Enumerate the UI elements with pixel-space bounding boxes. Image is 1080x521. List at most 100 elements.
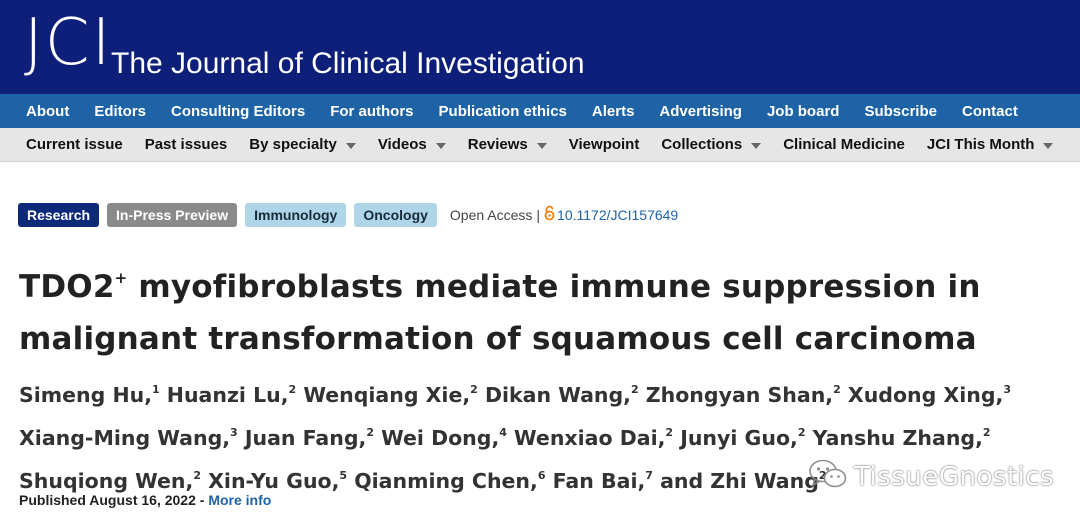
author-name: and Zhi Wang xyxy=(660,469,819,493)
author-name: Huanzi Lu, xyxy=(166,383,289,407)
nav-advertising[interactable]: Advertising xyxy=(659,103,742,120)
author-affiliation: 3 xyxy=(1003,383,1011,396)
author[interactable]: and Zhi Wang2 xyxy=(660,469,827,493)
author[interactable]: Junyi Guo,2 xyxy=(680,426,805,450)
author[interactable]: Wenqiang Xie,2 xyxy=(303,383,478,407)
nav-current-issue[interactable]: Current issue xyxy=(26,136,123,153)
author[interactable]: Juan Fang,2 xyxy=(245,426,374,450)
tag-research[interactable]: Research xyxy=(18,203,100,227)
nav-label: Past issues xyxy=(144,136,228,153)
nav-editors[interactable]: Editors xyxy=(94,103,146,120)
nav-jci-this-month[interactable]: JCI This Month xyxy=(927,136,1054,153)
author-affiliation: 4 xyxy=(499,426,507,439)
author[interactable]: Xudong Xing,3 xyxy=(848,383,1011,407)
author-name: Xin-Yu Guo, xyxy=(208,469,340,493)
publication-info: Published August 16, 2022 - More info xyxy=(19,492,271,508)
nav-label: JCI This Month xyxy=(926,136,1035,153)
author-name: Yanshu Zhang, xyxy=(812,426,983,450)
author-affiliation: 2 xyxy=(630,383,639,396)
author-affiliation: 5 xyxy=(339,469,348,482)
nav-by-specialty[interactable]: By specialty xyxy=(249,136,356,153)
chevron-down-icon[interactable] xyxy=(536,142,547,149)
author[interactable]: Huanzi Lu,2 xyxy=(167,383,296,407)
watermark-text: TissueGnostics xyxy=(854,461,1055,492)
tag-immunology[interactable]: Immunology xyxy=(245,203,347,227)
author-affiliation: 2 xyxy=(665,426,674,439)
author[interactable]: Shuqiong Wen,2 xyxy=(19,469,201,493)
author-affiliation: 7 xyxy=(645,469,653,482)
author-affiliation: 6 xyxy=(537,469,546,482)
tag-oncology[interactable]: Oncology xyxy=(354,203,437,227)
nav-contact[interactable]: Contact xyxy=(962,103,1018,120)
published-date: Published August 16, 2022 - xyxy=(19,492,205,508)
author[interactable]: Dikan Wang,2 xyxy=(485,383,639,407)
nav-label: Collections xyxy=(661,136,743,153)
chevron-down-icon[interactable] xyxy=(751,142,762,149)
author-name: Wenqiang Xie, xyxy=(303,383,471,407)
nav-about[interactable]: About xyxy=(26,103,69,120)
nav-publication-ethics[interactable]: Publication ethics xyxy=(439,103,567,120)
author-name: Fan Bai, xyxy=(552,469,646,493)
author-name: Junyi Guo, xyxy=(680,426,798,450)
tag-in-press-preview[interactable]: In-Press Preview xyxy=(107,203,238,227)
article-title: TDO2+ myofibroblasts mediate immune supp… xyxy=(19,252,1069,365)
author[interactable]: Wenxiao Dai,2 xyxy=(514,426,673,450)
wechat-icon xyxy=(808,457,848,496)
author-name: Simeng Hu, xyxy=(19,383,152,407)
jci-logo[interactable]: JCI xyxy=(24,6,112,80)
nav-label: Reviews xyxy=(467,136,528,153)
author-affiliation: 2 xyxy=(833,383,841,396)
author-affiliation: 2 xyxy=(288,383,297,396)
author-affiliation: 1 xyxy=(152,383,160,396)
article-tags: Research In-Press Preview Immunology Onc… xyxy=(18,203,678,227)
author[interactable]: Zhongyan Shan,2 xyxy=(646,383,841,407)
masthead: JCI The Journal of Clinical Investigatio… xyxy=(0,0,1080,94)
nav-label: Current issue xyxy=(26,136,123,153)
title-superscript: + xyxy=(114,269,128,287)
author[interactable]: Yanshu Zhang,2 xyxy=(813,426,991,450)
author-affiliation: 3 xyxy=(230,426,238,439)
nav-subscribe[interactable]: Subscribe xyxy=(864,103,937,120)
nav-consulting-editors[interactable]: Consulting Editors xyxy=(171,103,305,120)
nav-reviews[interactable]: Reviews xyxy=(468,136,547,153)
author-name: Qianming Chen, xyxy=(354,469,538,493)
author-name: Dikan Wang, xyxy=(484,383,631,407)
open-access-lock-icon xyxy=(544,205,555,226)
author-affiliation: 2 xyxy=(470,383,478,396)
author[interactable]: Simeng Hu,1 xyxy=(19,383,160,407)
chevron-down-icon[interactable] xyxy=(345,142,356,149)
title-rest: myofibroblasts mediate immune suppressio… xyxy=(19,269,981,357)
author-affiliation: 2 xyxy=(366,426,374,439)
author[interactable]: Qianming Chen,6 xyxy=(354,469,545,493)
nav-past-issues[interactable]: Past issues xyxy=(145,136,228,153)
nav-videos[interactable]: Videos xyxy=(378,136,446,153)
nav-label: Clinical Medicine xyxy=(783,136,905,153)
nav-viewpoint[interactable]: Viewpoint xyxy=(569,136,640,153)
author-name: Xudong Xing, xyxy=(847,383,1004,407)
watermark: TissueGnostics xyxy=(808,457,1054,496)
more-info-link[interactable]: More info xyxy=(208,492,271,508)
secondary-nav: Current issue Past issues By specialty Vide… xyxy=(0,128,1080,162)
author-name: Juan Fang, xyxy=(244,426,367,450)
separator: | xyxy=(536,207,541,223)
author[interactable]: Fan Bai,7 xyxy=(553,469,653,493)
nav-collections[interactable]: Collections xyxy=(661,136,762,153)
nav-label: Viewpoint xyxy=(568,136,640,153)
author-name: Wenxiao Dai, xyxy=(514,426,666,450)
author-affiliation: 2 xyxy=(797,426,806,439)
author-affiliation: 2 xyxy=(193,469,201,482)
author[interactable]: Xiang-Ming Wang,3 xyxy=(19,426,238,450)
journal-name[interactable]: The Journal of Clinical Investigation xyxy=(111,44,585,84)
author[interactable]: Xin-Yu Guo,5 xyxy=(208,469,347,493)
author[interactable]: Wei Dong,4 xyxy=(381,426,507,450)
open-access-label: Open Access xyxy=(449,207,533,223)
author-name: Wei Dong, xyxy=(381,426,500,450)
nav-for-authors[interactable]: For authors xyxy=(330,103,413,120)
nav-alerts[interactable]: Alerts xyxy=(592,103,635,120)
nav-job-board[interactable]: Job board xyxy=(767,103,840,120)
doi-link[interactable]: 10.1172/JCI157649 xyxy=(557,207,678,223)
chevron-down-icon[interactable] xyxy=(1043,142,1054,149)
chevron-down-icon[interactable] xyxy=(435,142,446,149)
nav-clinical-medicine[interactable]: Clinical Medicine xyxy=(783,136,905,153)
author-name: Zhongyan Shan, xyxy=(645,383,834,407)
